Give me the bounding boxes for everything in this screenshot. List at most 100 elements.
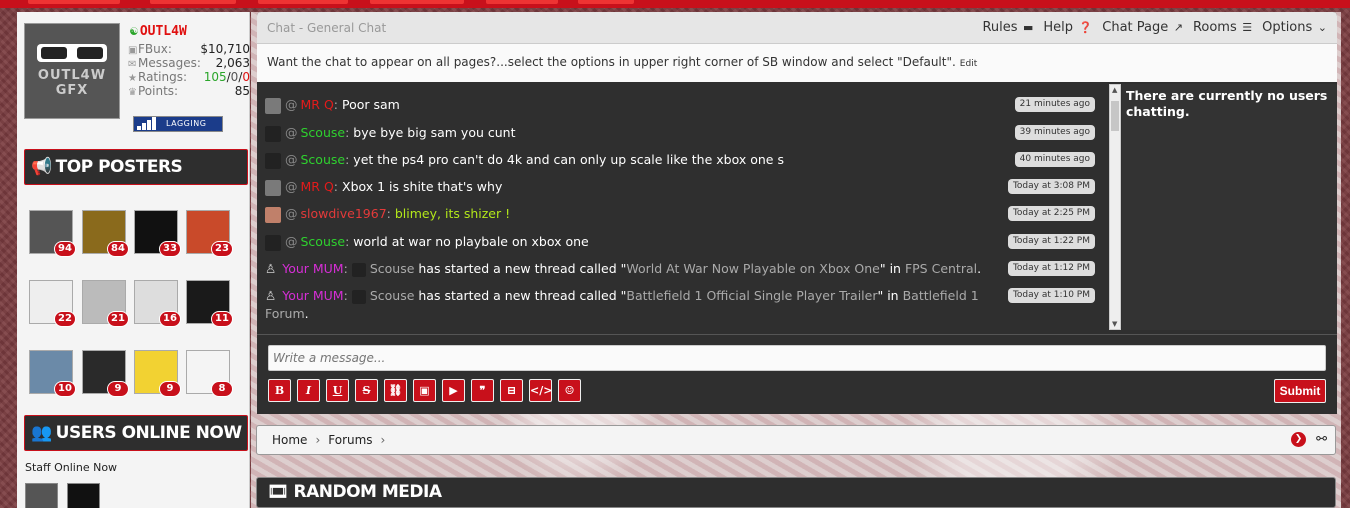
breadcrumb-home[interactable]: Home [272, 433, 307, 447]
post-count-badge: 94 [54, 241, 76, 257]
image-button[interactable]: ▣ [413, 379, 436, 402]
scroll-down-icon[interactable]: ▼ [1112, 320, 1117, 328]
poster-avatar[interactable]: 21 [82, 280, 129, 327]
message-user[interactable]: Your MUM [282, 288, 343, 303]
mention-icon[interactable]: @ [285, 152, 298, 167]
quote-button[interactable]: ❞ [471, 379, 494, 402]
link-button[interactable]: ⛓ [384, 379, 407, 402]
forum-link[interactable]: Forum [265, 306, 305, 321]
trophy-icon: ♛ [128, 87, 137, 98]
top-nav-item[interactable] [370, 0, 464, 4]
poster-avatar[interactable]: 84 [82, 210, 129, 257]
bot-icon: ♙ [265, 288, 277, 303]
chat-menu-help[interactable]: Help ❓ [1043, 20, 1092, 35]
mention-icon[interactable]: @ [285, 206, 298, 221]
chat-message: @ slowdive1967: blimey, its shizer ! Toda… [265, 205, 1095, 227]
chevron-right-icon: › [315, 433, 321, 447]
staff-avatar[interactable] [25, 483, 58, 508]
poster-avatar[interactable]: 94 [29, 210, 76, 257]
stat-value[interactable]: 85 [235, 84, 250, 98]
post-count-badge: 21 [107, 311, 129, 327]
message-input[interactable] [268, 345, 1326, 371]
smilie-button[interactable]: ☺ [558, 379, 581, 402]
jump-arrow-icon[interactable]: ❯ [1291, 432, 1306, 447]
spoiler-button[interactable]: ⊟ [500, 379, 523, 402]
online-users-text: There are currently no users chatting. [1126, 88, 1328, 119]
staff-avatar[interactable] [67, 483, 100, 508]
user-avatar[interactable] [351, 262, 366, 277]
profile-avatar[interactable]: OUTL4W GFX [24, 23, 120, 119]
chat-message: ♙ Your MUM: Scouse has started a new thre… [265, 287, 1095, 327]
forum-link[interactable]: FPS Central [905, 261, 977, 276]
separator: : [343, 261, 348, 276]
message-user[interactable]: Your MUM [282, 261, 343, 276]
message-user[interactable]: slowdive1967 [301, 206, 387, 221]
top-nav-item[interactable] [578, 0, 634, 4]
mention-icon[interactable]: @ [285, 125, 298, 140]
submit-button[interactable]: Submit [1274, 379, 1326, 403]
user-avatar[interactable] [265, 179, 281, 196]
poster-avatar[interactable]: 9 [134, 350, 181, 397]
poster-avatar[interactable]: 9 [82, 350, 129, 397]
breadcrumb-forums[interactable]: Forums [328, 433, 372, 447]
user-avatar[interactable] [265, 125, 281, 142]
top-nav-item[interactable] [150, 0, 236, 4]
poster-avatar[interactable]: 22 [29, 280, 76, 327]
media-button[interactable]: ▶ [442, 379, 465, 402]
chat-menu-chat-page[interactable]: Chat Page ↗ [1102, 20, 1183, 35]
user-avatar[interactable] [351, 289, 366, 304]
message-user[interactable]: Scouse [301, 125, 346, 140]
separator: : [343, 288, 348, 303]
top-nav-item[interactable] [258, 0, 348, 4]
chat-menu-options[interactable]: Options ⌄ [1262, 20, 1327, 35]
user-avatar[interactable] [265, 152, 281, 169]
profile-username[interactable]: ☯ OUTL4W [130, 24, 187, 39]
mention-icon[interactable]: @ [285, 179, 298, 194]
forum-link[interactable]: Battlefield 1 [903, 288, 979, 303]
italic-button[interactable]: I [297, 379, 320, 402]
chat-menu-rules[interactable]: Rules ▬ [982, 20, 1033, 35]
sitemap-icon[interactable]: ⚯ [1316, 432, 1327, 447]
code-button[interactable]: </> [529, 379, 552, 402]
thread-link[interactable]: Battlefield 1 Official Single Player Tra… [626, 288, 877, 303]
top-nav-item[interactable] [486, 0, 558, 4]
bold-button[interactable]: B [268, 379, 291, 402]
scroll-up-icon[interactable]: ▲ [1112, 86, 1117, 94]
message-text: " in [879, 261, 905, 276]
scroll-thumb[interactable] [1111, 101, 1119, 131]
stat-label: Ratings: [138, 70, 187, 84]
chat-online-users: There are currently no users chatting. [1122, 84, 1337, 330]
thread-link[interactable]: World At War Now Playable on Xbox One [626, 261, 879, 276]
chat-menu-rooms[interactable]: Rooms ☰ [1193, 20, 1252, 35]
stat-value[interactable]: 105/0/0 [204, 70, 250, 84]
thread-author[interactable]: Scouse [370, 288, 415, 303]
message-time: Today at 1:22 PM [1007, 234, 1095, 249]
chat-title: Chat - General Chat [267, 21, 387, 35]
message-user[interactable]: Scouse [301, 234, 346, 249]
strike-button[interactable]: S [355, 379, 378, 402]
user-avatar[interactable] [265, 97, 281, 114]
top-nav-item[interactable] [28, 0, 120, 4]
user-avatar[interactable] [265, 206, 281, 223]
stat-value[interactable]: 2,063 [216, 56, 250, 70]
poster-avatar[interactable]: 11 [186, 280, 233, 327]
chat-message: @ Scouse: bye bye big sam you cunt 39 min… [265, 124, 1095, 146]
underline-button[interactable]: U [326, 379, 349, 402]
poster-avatar[interactable]: 10 [29, 350, 76, 397]
chat-scrollbar[interactable]: ▲ ▼ [1109, 84, 1121, 330]
poster-avatar[interactable]: 23 [186, 210, 233, 257]
mention-icon[interactable]: @ [285, 97, 298, 112]
poster-avatar[interactable]: 16 [134, 280, 181, 327]
users-icon: 👥 [31, 423, 52, 443]
poster-avatar[interactable]: 33 [134, 210, 181, 257]
user-avatar[interactable] [265, 234, 281, 251]
chat-input-area: B I U S ⛓ ▣ ▶ ❞ ⊟ </> ☺ Submit [257, 334, 1337, 414]
message-user[interactable]: MR Q [301, 97, 334, 112]
poster-avatar[interactable]: 8 [186, 350, 233, 397]
message-user[interactable]: Scouse [301, 152, 346, 167]
message-user[interactable]: MR Q [301, 179, 334, 194]
breadcrumb: Home › Forums › ❯ ⚯ [256, 425, 1336, 455]
thread-author[interactable]: Scouse [370, 261, 415, 276]
mention-icon[interactable]: @ [285, 234, 298, 249]
notice-edit-link[interactable]: Edit [960, 59, 977, 69]
